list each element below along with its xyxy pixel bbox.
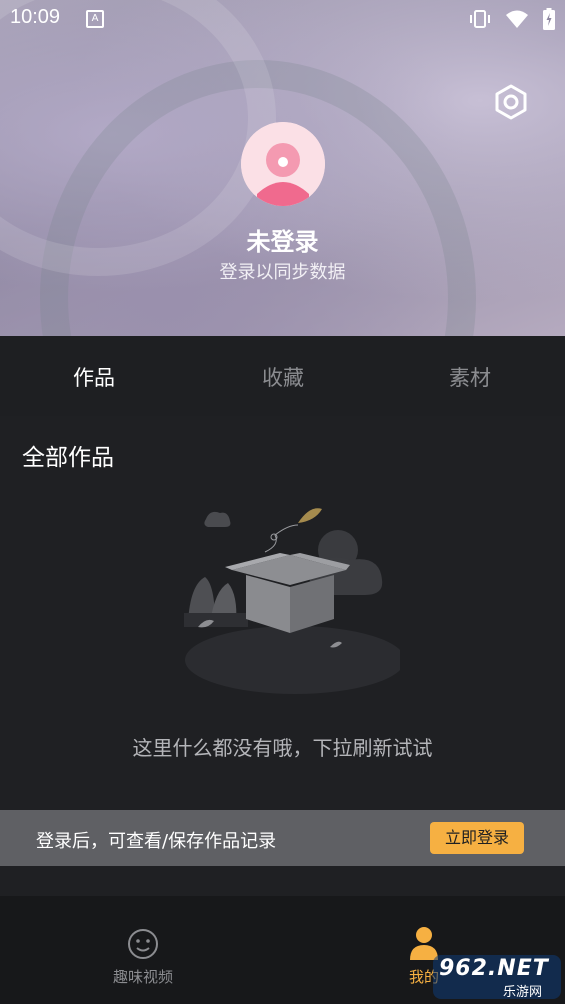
status-time: 10:09 xyxy=(10,6,61,28)
battery-icon xyxy=(543,8,555,30)
status-icons xyxy=(469,8,555,30)
profile-header: 10:09 A 未登录 登录以同步数据 xyxy=(0,0,565,336)
notification-icon: A xyxy=(86,10,104,28)
tab-works[interactable]: 作品 xyxy=(73,362,115,392)
login-status-title[interactable]: 未登录 xyxy=(0,222,565,257)
default-avatar-icon xyxy=(241,122,325,206)
watermark-logo: 962.NET 乐游网 xyxy=(433,955,561,1000)
status-bar: 10:09 A xyxy=(0,0,565,38)
nav-item-fun-video[interactable]: 趣味视频 xyxy=(95,896,191,1004)
tab-materials[interactable]: 素材 xyxy=(449,362,491,392)
login-status-subtitle: 登录以同步数据 xyxy=(219,262,346,283)
banner-text: 登录后，可查看/保存作品记录 xyxy=(36,831,277,852)
tab-favorites[interactable]: 收藏 xyxy=(262,362,304,392)
settings-icon xyxy=(495,84,527,120)
empty-state-message: 这里什么都没有哦，下拉刷新试试 xyxy=(132,736,433,760)
content-tabs: 作品 收藏 素材 xyxy=(0,336,565,416)
avatar[interactable] xyxy=(241,122,325,206)
settings-button[interactable] xyxy=(493,84,529,120)
login-now-button[interactable]: 立即登录 xyxy=(430,822,524,854)
watermark-subtext: 乐游网 xyxy=(503,985,543,1000)
vibrate-icon xyxy=(470,10,490,28)
nav-label-fun-video: 趣味视频 xyxy=(112,968,173,986)
empty-box-illustration xyxy=(184,508,400,694)
wifi-icon xyxy=(506,10,528,28)
section-title: 全部作品 xyxy=(22,445,114,471)
watermark-text: 962.NET xyxy=(439,956,549,981)
login-prompt-banner: 登录后，可查看/保存作品记录 立即登录 xyxy=(0,810,565,866)
smiley-icon xyxy=(128,929,158,959)
